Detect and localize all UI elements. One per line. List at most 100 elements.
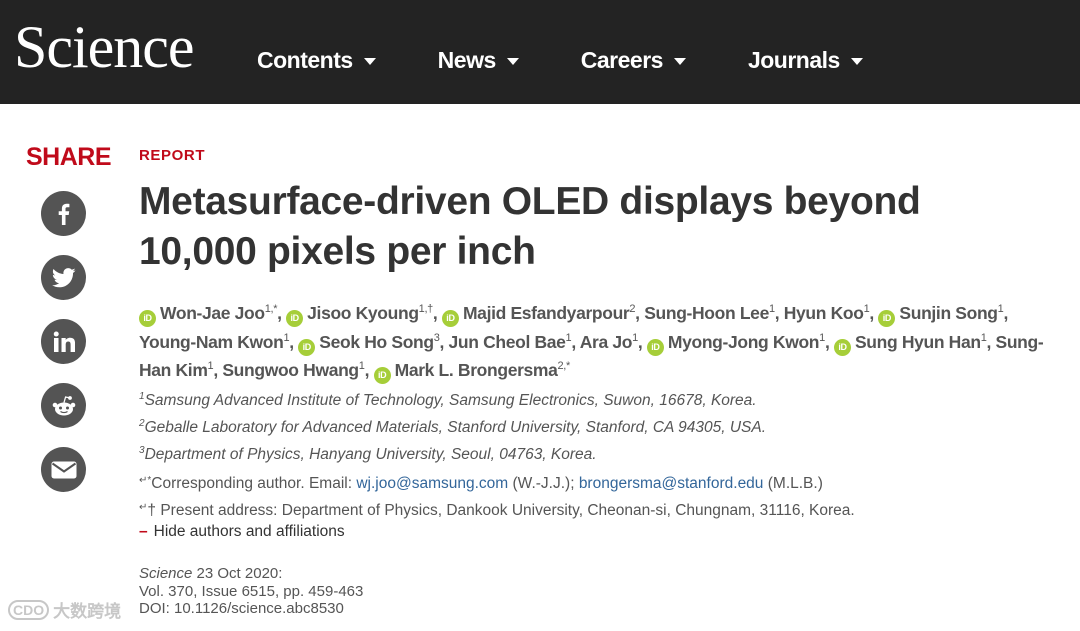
author[interactable]: Ara Jo1 bbox=[580, 332, 638, 352]
share-facebook-button[interactable] bbox=[41, 191, 86, 236]
author-sup: 1 bbox=[819, 331, 825, 344]
author[interactable]: iD Myong-Jong Kwon1 bbox=[646, 331, 825, 356]
caret-down-icon bbox=[850, 58, 863, 65]
main-nav: Contents News Careers Journals bbox=[257, 44, 925, 76]
watermark: CDO 大数跨境 bbox=[8, 597, 121, 622]
author[interactable]: iD Won-Jae Joo1,* bbox=[139, 303, 278, 327]
author[interactable]: Sungwoo Hwang1 bbox=[222, 360, 365, 380]
author-sup: 1,* bbox=[264, 303, 278, 315]
watermark-logo: CDO bbox=[8, 599, 50, 620]
author[interactable]: iD Mark L. Brongersma2,* bbox=[373, 360, 571, 384]
corresponding-suffix: (M.L.B.) bbox=[763, 475, 823, 492]
hide-authors-toggle[interactable]: – Hide authors and affiliations bbox=[139, 523, 345, 541]
author[interactable]: iD Majid Esfandyarpour2 bbox=[441, 303, 636, 327]
author-sup: 1 bbox=[863, 303, 870, 315]
author-sup: 1 bbox=[632, 331, 638, 344]
nav-journals[interactable]: Journals bbox=[748, 44, 863, 76]
nav-careers-label: Careers bbox=[580, 46, 664, 73]
linkedin-icon bbox=[53, 331, 75, 352]
orcid-icon[interactable]: iD bbox=[139, 310, 156, 327]
facebook-icon bbox=[58, 203, 69, 225]
corresponding-author-note: ↵*Corresponding author. Email: wj.joo@sa… bbox=[139, 475, 823, 493]
affiliation: 1Samsung Advanced Institute of Technolog… bbox=[139, 392, 757, 410]
author-name: Sunjin Song bbox=[899, 303, 998, 323]
email-link-joo[interactable]: wj.joo@samsung.com bbox=[356, 475, 508, 492]
author-sup: 1 bbox=[565, 331, 572, 344]
orcid-icon[interactable]: iD bbox=[646, 338, 664, 356]
twitter-icon bbox=[51, 267, 75, 287]
author-name: Sungwoo Hwang bbox=[222, 360, 359, 380]
author-name: Seok Ho Song bbox=[319, 331, 434, 352]
volume-issue: Vol. 370, Issue 6515, pp. 459-463 bbox=[139, 582, 364, 600]
hide-authors-label: Hide authors and affiliations bbox=[153, 523, 345, 540]
corresponding-prefix: Corresponding author. Email: bbox=[151, 475, 357, 492]
affiliation-text: Department of Physics, Hanyang Universit… bbox=[144, 446, 597, 463]
author[interactable]: Jun Cheol Bae1 bbox=[449, 332, 572, 352]
author[interactable]: iD Sung Hyun Han1 bbox=[833, 331, 987, 356]
author-name: Hyun Koo bbox=[783, 303, 864, 323]
article-title: Metasurface-driven OLED displays beyond … bbox=[139, 180, 921, 273]
author-name: Young-Nam Kwon bbox=[139, 331, 284, 352]
nav-news-label: News bbox=[437, 46, 497, 73]
minus-icon: – bbox=[139, 523, 148, 540]
orcid-icon[interactable]: iD bbox=[878, 310, 896, 327]
author-name: Won-Jae Joo bbox=[160, 303, 265, 323]
author-name: Ara Jo bbox=[579, 331, 633, 352]
present-address-note: ↵† Present address: Department of Physic… bbox=[139, 502, 855, 520]
caret-down-icon bbox=[506, 58, 519, 65]
watermark-text: 大数跨境 bbox=[53, 602, 122, 621]
share-reddit-button[interactable] bbox=[41, 383, 86, 428]
author-sup: 1 bbox=[207, 360, 214, 372]
caret-down-icon bbox=[673, 58, 686, 65]
author-name: Sung-Hoon Lee bbox=[644, 303, 769, 323]
nav-contents-label: Contents bbox=[257, 46, 353, 73]
affiliation-text: Samsung Advanced Institute of Technology… bbox=[144, 392, 757, 409]
nav-contents[interactable]: Contents bbox=[257, 44, 376, 76]
share-email-button[interactable] bbox=[41, 447, 86, 492]
author-name: Mark L. Brongersma bbox=[394, 360, 558, 380]
journal-name: Science bbox=[139, 565, 193, 582]
author[interactable]: iD Sunjin Song1 bbox=[878, 303, 1004, 327]
author[interactable]: Sung-Hoon Lee1 bbox=[644, 303, 775, 323]
author-sup: 3 bbox=[433, 331, 440, 344]
affiliation-text: Geballe Laboratory for Advanced Material… bbox=[144, 419, 767, 436]
orcid-icon[interactable]: iD bbox=[373, 367, 391, 384]
citation: Science 23 Oct 2020: Vol. 370, Issue 651… bbox=[139, 565, 363, 618]
author-name: Sung Hyun Han bbox=[854, 331, 981, 352]
share-label: SHARE bbox=[26, 143, 112, 171]
citation-line-1: Science 23 Oct 2020: bbox=[139, 565, 363, 583]
author-sup: 1 bbox=[283, 331, 290, 344]
orcid-icon[interactable]: iD bbox=[298, 338, 316, 356]
publication-date: 23 Oct 2020: bbox=[192, 565, 283, 582]
orcid-icon[interactable]: iD bbox=[833, 338, 851, 356]
corresponding-mid: (W.-J.J.); bbox=[508, 475, 579, 492]
email-icon bbox=[51, 461, 76, 478]
author[interactable]: iD Seok Ho Song3 bbox=[298, 331, 440, 356]
email-link-brongersma[interactable]: brongersma@stanford.edu bbox=[579, 475, 764, 492]
nav-journals-label: Journals bbox=[747, 46, 840, 73]
share-linkedin-button[interactable] bbox=[41, 319, 86, 364]
nav-careers[interactable]: Careers bbox=[581, 44, 686, 76]
author[interactable]: Hyun Koo1 bbox=[784, 303, 870, 323]
author-name: Jisoo Kyoung bbox=[307, 303, 419, 323]
doi: DOI: 10.1126/science.abc8530 bbox=[139, 600, 344, 617]
author[interactable]: Young-Nam Kwon1 bbox=[139, 331, 290, 352]
author-sup: 1 bbox=[980, 331, 987, 344]
share-twitter-button[interactable] bbox=[41, 255, 86, 300]
affiliation: 2Geballe Laboratory for Advanced Materia… bbox=[139, 419, 766, 437]
nav-news[interactable]: News bbox=[438, 44, 519, 76]
present-address-text: † Present address: Department of Physics… bbox=[147, 502, 855, 519]
author-sup: 2,* bbox=[557, 360, 571, 372]
author-sup: 1 bbox=[768, 303, 775, 315]
author-sup: 1,† bbox=[418, 303, 434, 315]
site-header: Science Contents News Careers Journals bbox=[0, 0, 1080, 104]
orcid-icon[interactable]: iD bbox=[441, 310, 459, 327]
science-logo[interactable]: Science bbox=[14, 12, 195, 82]
author-sup: 1 bbox=[358, 360, 365, 372]
footnote-mark: ↵* bbox=[139, 475, 152, 486]
article-type: REPORT bbox=[139, 147, 206, 164]
author-sup: 2 bbox=[629, 303, 636, 315]
author[interactable]: iD Jisoo Kyoung1,† bbox=[286, 303, 434, 327]
author-name: Majid Esfandyarpour bbox=[462, 303, 630, 323]
orcid-icon[interactable]: iD bbox=[286, 310, 304, 327]
